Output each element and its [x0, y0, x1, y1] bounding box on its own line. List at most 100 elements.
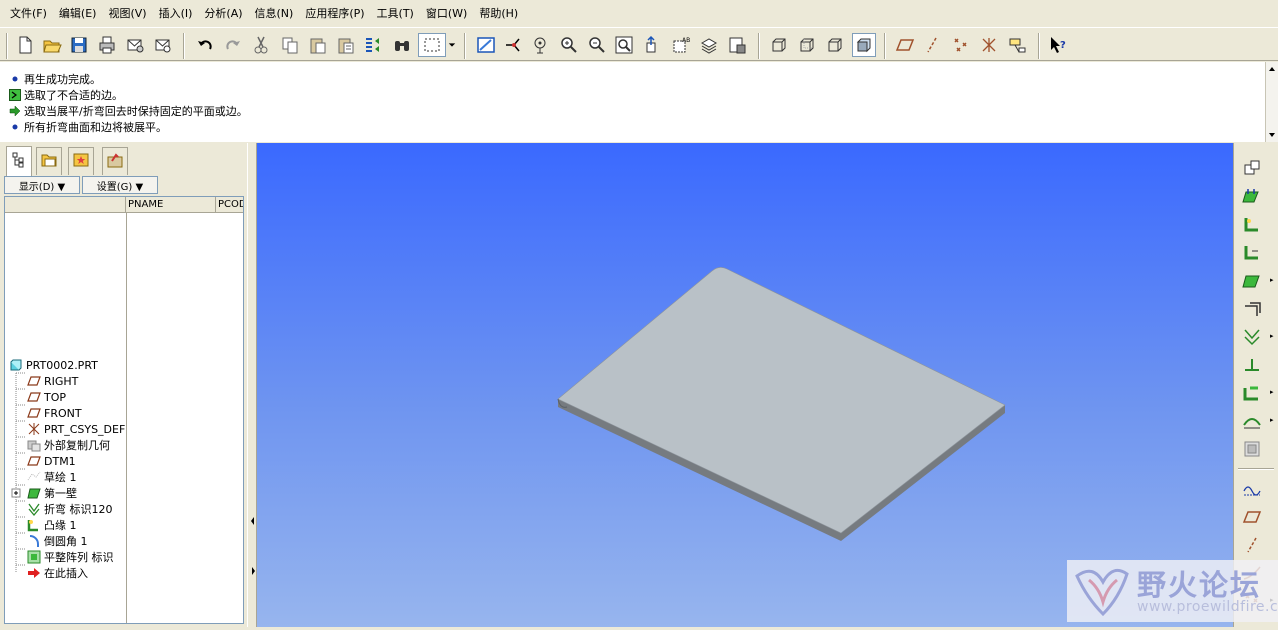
repaint-icon[interactable] [474, 33, 498, 57]
menu-window[interactable]: 窗口(W) [420, 3, 473, 25]
save-icon[interactable] [67, 33, 91, 57]
external-copy-geom-icon [26, 438, 42, 452]
menu-file[interactable]: 文件(F) [4, 3, 53, 25]
hidden-line-icon[interactable] [795, 33, 819, 57]
layers-icon[interactable] [697, 33, 721, 57]
no-hidden-icon[interactable] [823, 33, 847, 57]
chevron-right-icon[interactable]: ▸ [1270, 416, 1274, 424]
tree-item[interactable]: PRT_CSYS_DEF [26, 421, 125, 437]
menu-analysis[interactable]: 分析(A) [198, 3, 248, 25]
sketch-icon [26, 470, 42, 484]
unbend-toggle-icon[interactable] [1240, 156, 1264, 180]
selection-box-icon[interactable] [418, 33, 446, 57]
tree-item-root[interactable]: PRT0002.PRT [8, 357, 98, 373]
tree-item-label: 平整阵列 标识 [44, 551, 114, 564]
undo-icon[interactable] [193, 33, 217, 57]
send-mail-link-icon[interactable] [151, 33, 175, 57]
extend-wall-icon[interactable] [1240, 241, 1264, 265]
datum-plane-tool-icon[interactable] [1240, 505, 1264, 529]
datum-axes-toggle-icon[interactable] [921, 33, 945, 57]
menu-info[interactable]: 信息(N) [249, 3, 300, 25]
context-help-icon[interactable]: ? [1046, 33, 1070, 57]
shading-icon[interactable] [852, 33, 876, 57]
settings-dropdown[interactable]: 设置(G) ▼ [82, 176, 158, 194]
csys-toggle-icon[interactable] [977, 33, 1001, 57]
message-line: 再生成功完成。 [8, 71, 1265, 87]
toolbar-separator [464, 33, 466, 59]
sketch-tool-icon[interactable] [1240, 477, 1264, 501]
chevron-right-icon[interactable]: ▸ [1270, 332, 1274, 340]
cut-icon[interactable] [249, 33, 273, 57]
menu-applications[interactable]: 应用程序(P) [299, 3, 370, 25]
wireframe-icon[interactable] [767, 33, 791, 57]
zoom-in-icon[interactable] [557, 33, 581, 57]
sheetmetal-part[interactable] [257, 143, 1233, 627]
print-icon[interactable] [95, 33, 119, 57]
menu-help[interactable]: 帮助(H) [473, 3, 524, 25]
panel-splitter[interactable] [247, 143, 257, 627]
tree-item[interactable]: FRONT [26, 405, 82, 421]
tab-folder-browser[interactable] [36, 147, 62, 175]
connections-icon [106, 151, 124, 172]
show-dropdown[interactable]: 显示(D) ▼ [4, 176, 80, 194]
datum-points-toggle-icon[interactable] [949, 33, 973, 57]
model-tree: PNAME PCOD PRT0002.PRT RIGHT TOP FRONT P… [4, 196, 244, 624]
toolbar-separator [884, 33, 886, 59]
chevron-down-icon[interactable] [446, 33, 458, 57]
menu-edit[interactable]: 编辑(E) [53, 3, 103, 25]
tree-item[interactable]: 倒圆角 1 [26, 533, 88, 549]
tree-item-label: PRT_CSYS_DEF [44, 422, 126, 436]
refit-icon[interactable] [612, 33, 636, 57]
tree-item-insert-here[interactable]: 在此插入 [26, 565, 88, 581]
saved-views-icon[interactable]: AB [669, 33, 693, 57]
new-file-icon[interactable] [13, 33, 37, 57]
unbend-icon[interactable] [1240, 381, 1264, 405]
tree-item[interactable]: 平整阵列 标识 [26, 549, 114, 565]
spin-center-icon[interactable] [501, 33, 525, 57]
paste-special-icon[interactable] [334, 33, 358, 57]
tree-item[interactable]: 外部复制几何 [26, 437, 110, 453]
send-mail-icon[interactable] [123, 33, 147, 57]
flange-wall-icon[interactable] [1240, 213, 1264, 237]
unattached-wall-icon[interactable] [1240, 184, 1264, 208]
graphics-viewport[interactable] [257, 143, 1233, 627]
menu-view[interactable]: 视图(V) [102, 3, 152, 25]
flat-pattern-tool-icon[interactable] [1240, 437, 1264, 461]
copy-icon[interactable] [278, 33, 302, 57]
view-manager-icon[interactable] [725, 33, 749, 57]
info-bullet-icon [8, 75, 22, 83]
chevron-right-icon[interactable]: ▸ [1270, 276, 1274, 284]
open-folder-icon[interactable] [40, 33, 64, 57]
datum-axis-tool-icon[interactable] [1240, 533, 1264, 557]
tab-connections[interactable] [102, 147, 128, 175]
zoom-out-icon[interactable] [585, 33, 609, 57]
tree-item[interactable]: RIGHT [26, 373, 78, 389]
tree-column-pcod[interactable]: PCOD [216, 197, 243, 213]
redo-icon[interactable] [221, 33, 245, 57]
orient-mode-icon[interactable] [529, 33, 553, 57]
bend-back-icon[interactable] [1240, 409, 1264, 433]
menu-tools[interactable]: 工具(T) [371, 3, 420, 25]
bend-tool-icon[interactable] [1240, 325, 1264, 349]
tree-item[interactable]: 折弯 标识120 [26, 501, 113, 517]
message-scrollbar[interactable] [1265, 62, 1278, 142]
annotations-toggle-icon[interactable] [1005, 33, 1029, 57]
chevron-right-icon[interactable]: ▸ [1270, 388, 1274, 396]
paste-icon[interactable] [306, 33, 330, 57]
tree-column-pname[interactable]: PNAME [126, 197, 216, 213]
tree-item[interactable]: 凸缘 1 [26, 517, 77, 533]
rip-icon[interactable] [1240, 297, 1264, 321]
tree-item[interactable]: TOP [26, 389, 66, 405]
edge-bend-icon[interactable] [1240, 353, 1264, 377]
reorient-icon[interactable] [641, 33, 665, 57]
tab-model-tree[interactable] [6, 146, 32, 176]
find-binoculars-icon[interactable] [390, 33, 414, 57]
datum-planes-toggle-icon[interactable] [893, 33, 917, 57]
tree-item[interactable]: DTM1 [26, 453, 76, 469]
tree-item[interactable]: 草绘 1 [26, 469, 77, 485]
regenerate-icon[interactable] [361, 33, 385, 57]
planar-wall-icon[interactable] [1240, 269, 1264, 293]
menu-insert[interactable]: 插入(I) [153, 3, 199, 25]
tab-favorites[interactable] [68, 147, 94, 175]
tree-item[interactable]: 第一壁 [26, 485, 77, 501]
